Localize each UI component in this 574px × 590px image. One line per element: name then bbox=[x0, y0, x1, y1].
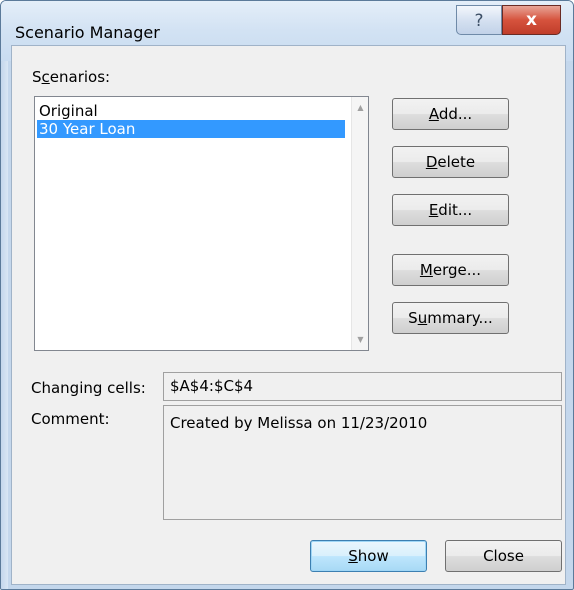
help-button[interactable]: ? bbox=[456, 5, 502, 35]
question-mark-icon: ? bbox=[474, 11, 484, 31]
list-item-30-year-loan[interactable]: 30 Year Loan bbox=[37, 120, 345, 138]
scenarios-label: Scenarios: bbox=[32, 68, 111, 86]
scroll-down-icon[interactable]: ▼ bbox=[352, 331, 369, 348]
dialog-body: Scenarios: Original 30 Year Loan ▲ ▼ Add… bbox=[11, 45, 566, 585]
scroll-up-icon[interactable]: ▲ bbox=[352, 99, 369, 116]
dialog-window: Scenario Manager ? x Scenarios: Original… bbox=[0, 0, 574, 590]
window-title: Scenario Manager bbox=[15, 23, 160, 42]
list-item-original[interactable]: Original bbox=[37, 102, 345, 120]
show-button[interactable]: Show bbox=[310, 540, 427, 572]
comment-label: Comment: bbox=[31, 410, 110, 428]
changing-cells-label: Changing cells: bbox=[31, 379, 146, 397]
comment-field[interactable]: Created by Melissa on 11/23/2010 bbox=[163, 405, 562, 520]
merge-button[interactable]: Merge... bbox=[392, 254, 509, 286]
edit-button[interactable]: Edit... bbox=[392, 194, 509, 226]
scenarios-scrollbar[interactable]: ▲ ▼ bbox=[351, 97, 368, 350]
add-button[interactable]: Add... bbox=[392, 98, 509, 130]
delete-button[interactable]: Delete bbox=[392, 146, 509, 178]
window-close-button[interactable]: x bbox=[502, 5, 561, 35]
changing-cells-field[interactable]: $A$4:$C$4 bbox=[163, 372, 562, 401]
close-button[interactable]: Close bbox=[445, 540, 562, 572]
summary-button[interactable]: Summary... bbox=[392, 302, 509, 334]
scenarios-listbox[interactable]: Original 30 Year Loan ▲ ▼ bbox=[34, 96, 369, 351]
close-icon: x bbox=[526, 10, 537, 30]
